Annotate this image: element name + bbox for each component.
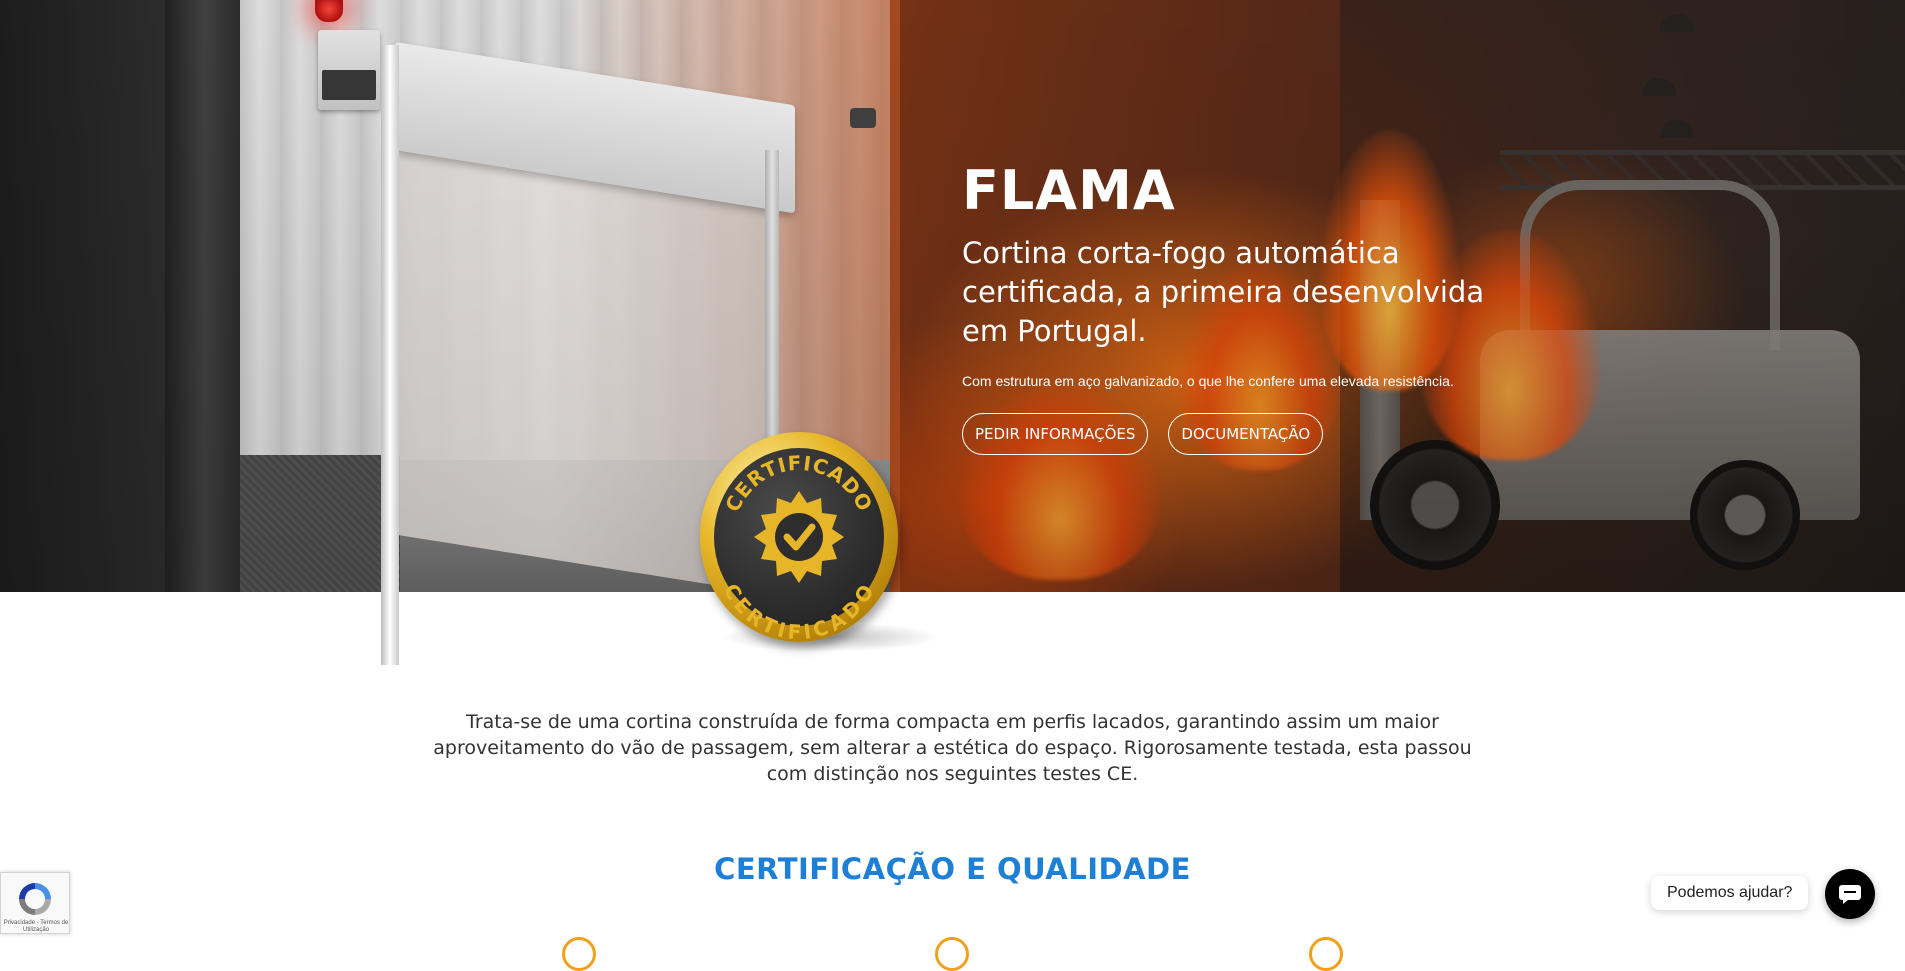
cert-icon	[1309, 937, 1343, 971]
hero-overlay	[0, 0, 1905, 592]
check-seal-icon	[754, 491, 844, 583]
badge-bottom-text: CERTIFICADO	[719, 580, 879, 642]
certification-title: CERTIFICAÇÃO E QUALIDADE	[714, 852, 1191, 886]
hero-banner: FLAMA Cortina corta-fogo automática cert…	[0, 0, 1905, 592]
documentation-button[interactable]: DOCUMENTAÇÃO	[1168, 413, 1324, 455]
curtain-post	[381, 45, 399, 665]
hero-title: FLAMA	[962, 159, 1176, 222]
cert-icon	[935, 937, 969, 971]
recaptcha-icon	[19, 883, 51, 915]
chat-button[interactable]	[1825, 869, 1875, 919]
hero-content: FLAMA Cortina corta-fogo automática cert…	[962, 158, 1522, 455]
request-info-button[interactable]: PEDIR INFORMAÇÕES	[962, 413, 1149, 455]
hero-buttons: PEDIR INFORMAÇÕES DOCUMENTAÇÃO	[962, 413, 1522, 455]
chat-prompt[interactable]: Podemos ajudar?	[1651, 876, 1809, 910]
certified-badge: CERTIFICADO CERTIFICADO	[700, 432, 940, 652]
chat-icon	[1839, 885, 1861, 904]
cert-icon	[562, 937, 596, 971]
recaptcha-terms[interactable]: Privacidade - Termos de Utilização	[3, 920, 69, 934]
hero-subtitle: Cortina corta-fogo automática certificad…	[962, 236, 1485, 348]
svg-text:CERTIFICADO: CERTIFICADO	[719, 580, 880, 642]
recaptcha-widget[interactable]: Privacidade - Termos de Utilização	[0, 872, 70, 934]
intro-paragraph: Trata-se de uma cortina construída de fo…	[433, 711, 1472, 785]
hero-description: Com estrutura em aço galvanizado, o que …	[962, 373, 1454, 389]
